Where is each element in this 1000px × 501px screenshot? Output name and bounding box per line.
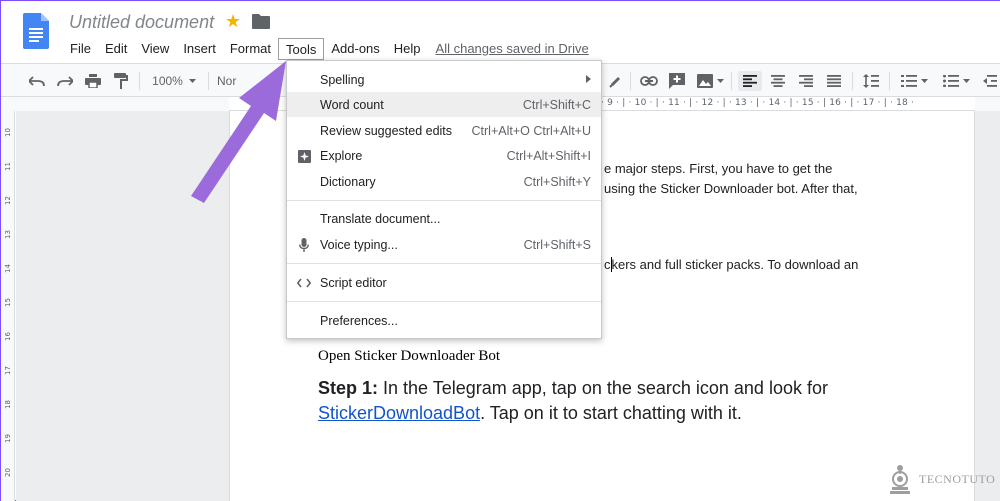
menu-item-label: Voice typing... [320,238,398,252]
docs-logo-icon[interactable] [23,13,49,49]
microphone-icon [296,237,312,253]
menu-item-preferences[interactable]: Preferences... [287,308,601,333]
menu-item-shortcut: Ctrl+Shift+C [522,98,591,112]
section-heading: Open Sticker Downloader Bot [318,348,501,364]
menu-item-word-count[interactable]: Word count Ctrl+Shift+C [287,92,601,117]
step-label: Step 1: [318,378,379,398]
decrease-indent-icon[interactable] [981,71,999,91]
menu-item-translate-document[interactable]: Translate document... [287,206,601,231]
vruler-label: 17 [4,366,12,375]
document-title[interactable]: Untitled document [69,12,214,33]
vruler-label: 10 [4,128,12,137]
menu-item-label: Dictionary [320,175,376,189]
menu-divider [287,301,601,302]
bulleted-list-icon[interactable] [938,71,974,91]
menu-item-shortcut: Ctrl+Alt+Shift+I [506,149,591,163]
menu-item-label: Spelling [320,73,365,87]
menu-file[interactable]: File [63,38,98,60]
header: Untitled document ★ File Edit View Inser… [1,1,1000,63]
highlight-icon[interactable] [606,71,624,91]
step-text: In the Telegram app, tap on the search i… [378,378,828,398]
star-icon[interactable]: ★ [225,11,241,32]
menu-item-shortcut: Ctrl+Alt+O Ctrl+Alt+U [471,124,591,138]
add-comment-icon[interactable] [667,71,687,91]
redo-icon[interactable] [55,71,75,91]
body-text-line: ckers and full sticker packs. To downloa… [604,257,858,272]
paint-format-icon[interactable] [111,71,131,91]
annotation-arrow-icon [191,61,286,203]
app-window: Untitled document ★ File Edit View Inser… [1,1,1000,501]
menu-divider [287,263,601,264]
vertical-ruler[interactable]: 10 11 12 13 14 15 16 17 18 19 20 [1,111,15,501]
menu-help[interactable]: Help [387,38,428,60]
menu-item-dictionary[interactable]: Dictionary Ctrl+Shift+Y [287,169,601,194]
vruler-label: 11 [4,162,12,171]
tools-menu: Spelling Word count Ctrl+Shift+C Review … [286,60,602,339]
menu-item-shortcut: Ctrl+Shift+Y [523,175,591,189]
vruler-label: 20 [4,468,12,477]
line-spacing-icon[interactable] [859,71,883,91]
submenu-arrow-icon [586,75,591,83]
watermark-text: TECNOTUTO [919,471,996,486]
menu-bar: File Edit View Insert Format Tools Add-o… [63,38,589,60]
menu-item-explore[interactable]: Explore Ctrl+Alt+Shift+I [287,143,601,168]
save-status-link[interactable]: All changes saved in Drive [436,38,589,60]
toolbar-divider [731,72,732,90]
vruler-label: 13 [4,230,12,239]
menu-item-shortcut: Ctrl+Shift+S [523,238,591,252]
body-text-fragment: kers and full sticker packs. To download… [611,257,859,272]
menu-item-label: Script editor [320,276,387,290]
numbered-list-icon[interactable] [896,71,932,91]
ruler-labels: · 9 · | · 10 · | · 11 · | · 12 · | · 13 … [601,98,915,108]
vruler-label: 19 [4,434,12,443]
body-text-line: e major steps. First, you have to get th… [604,161,833,176]
vruler-label: 15 [4,298,12,307]
justify-icon[interactable] [822,71,846,91]
menu-item-review-suggested-edits[interactable]: Review suggested edits Ctrl+Alt+O Ctrl+A… [287,118,601,143]
menu-item-label: Review suggested edits [320,124,453,138]
vruler-label: 14 [4,264,12,273]
toolbar-divider [889,72,890,90]
vruler-label: 16 [4,332,12,341]
menu-divider [287,200,601,201]
vruler-label: 18 [4,400,12,409]
step-paragraph: Step 1: In the Telegram app, tap on the … [318,376,878,426]
menu-item-label: Translate document... [320,212,441,226]
menu-item-script-editor[interactable]: Script editor [287,270,601,295]
menu-item-label: Explore [320,149,363,163]
toolbar-divider [139,72,140,90]
menu-edit[interactable]: Edit [98,38,134,60]
body-text-line: using the Sticker Downloader bot. After … [604,181,858,196]
toolbar-divider [630,72,631,90]
menu-item-spelling[interactable]: Spelling [287,67,601,92]
menu-addons[interactable]: Add-ons [324,38,386,60]
undo-icon[interactable] [27,71,47,91]
print-icon[interactable] [83,71,103,91]
code-icon [296,275,312,291]
menu-item-voice-typing[interactable]: Voice typing... Ctrl+Shift+S [287,232,601,257]
tecnotuto-logo-icon [890,465,910,494]
vruler-label: 12 [4,196,12,205]
menu-item-label: Word count [320,98,384,112]
insert-image-icon[interactable] [695,71,725,91]
step-text: . Tap on it to start chatting with it. [480,403,742,423]
watermark: TECNOTUTO [887,464,995,494]
align-right-icon[interactable] [794,71,818,91]
folder-icon[interactable] [252,14,270,29]
align-center-icon[interactable] [766,71,790,91]
menu-item-label: Preferences... [320,314,398,328]
link-icon[interactable] [639,71,659,91]
sticker-bot-link[interactable]: StickerDownloadBot [318,403,480,423]
toolbar-divider [852,72,853,90]
align-left-icon[interactable] [738,71,762,91]
